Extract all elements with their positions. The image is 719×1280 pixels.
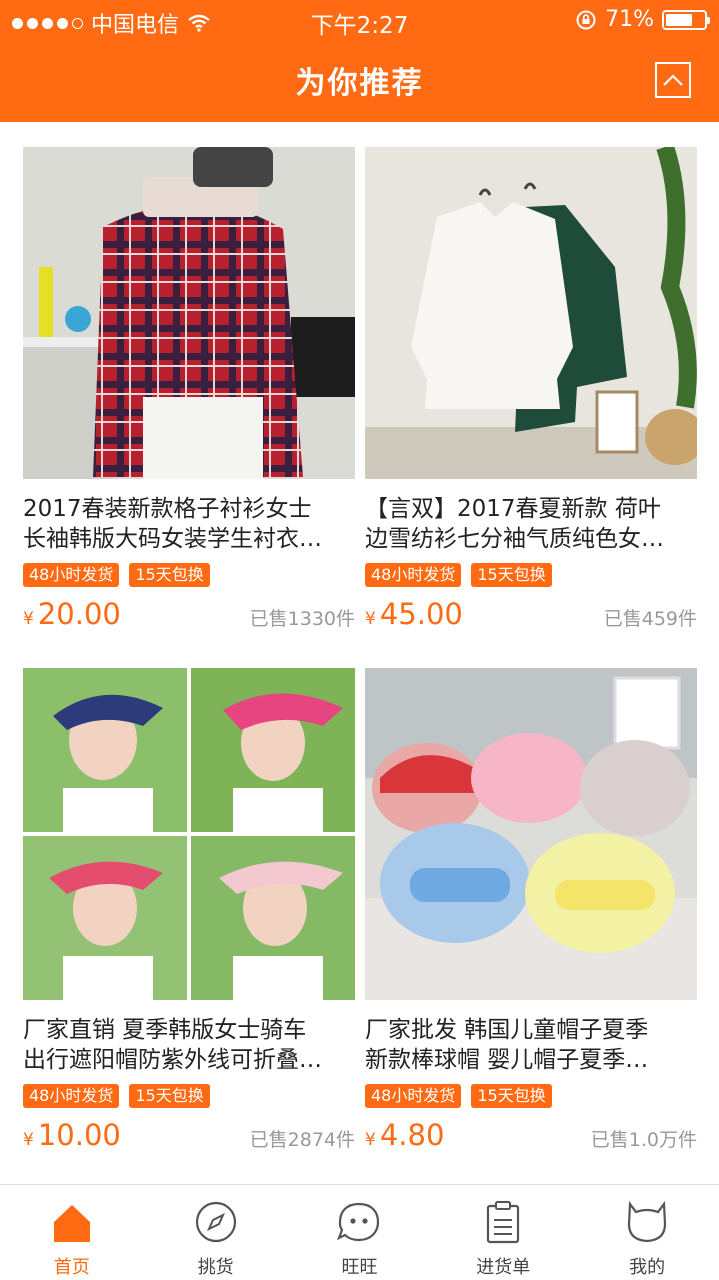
home-icon: [53, 1205, 90, 1242]
profile-icon: [627, 1200, 667, 1243]
sold-count: 已售1330件: [249, 608, 355, 630]
product-price: ¥10.00: [23, 1118, 121, 1152]
product-card[interactable]: 2017春装新款格子衬衫女士 长袖韩版大码女装学生衬衣… 48小时发货 15天包…: [23, 147, 355, 633]
product-card[interactable]: 厂家直销 夏季韩版女士骑车 出行遮阳帽防紫外线可折叠… 48小时发货 15天包换…: [23, 668, 355, 1154]
product-title[interactable]: 2017春装新款格子衬衫女士 长袖韩版大码女装学生衬衣…: [23, 494, 355, 554]
bottom-tab-bar: 首页 挑货 旺旺 进货单 我的: [0, 1184, 719, 1280]
product-image-sun-visor[interactable]: [23, 668, 355, 1000]
return-badge: 15天包换: [129, 1084, 210, 1108]
product-title[interactable]: 厂家批发 韩国儿童帽子夏季 新款棒球帽 婴儿帽子夏季…: [365, 1015, 697, 1075]
product-grid: 2017春装新款格子衬衫女士 长袖韩版大码女装学生衬衣… 48小时发货 15天包…: [0, 122, 719, 1184]
shipping-badge: 48小时发货: [365, 563, 462, 587]
product-price: ¥20.00: [23, 597, 121, 631]
tab-purchase-list[interactable]: 进货单: [431, 1185, 575, 1280]
product-price: ¥4.80: [365, 1118, 445, 1152]
product-title[interactable]: 【言双】2017春夏新款 荷叶 边雪纺衫七分袖气质纯色女…: [365, 494, 697, 554]
product-image-chiffon-blouse[interactable]: [365, 147, 697, 479]
app-header: 中国电信 下午2:27 71% 为你推荐: [0, 0, 719, 122]
battery-percent: 71%: [605, 7, 654, 32]
return-badge: 15天包换: [471, 1084, 552, 1108]
shipping-badge: 48小时发货: [365, 1084, 462, 1108]
product-title[interactable]: 厂家直销 夏季韩版女士骑车 出行遮阳帽防紫外线可折叠…: [23, 1015, 355, 1075]
sold-count: 已售459件: [603, 608, 697, 630]
tab-wangwang[interactable]: 旺旺: [288, 1185, 432, 1280]
battery-icon: [662, 9, 710, 30]
shipping-badge: 48小时发货: [23, 1084, 120, 1108]
tab-home[interactable]: 首页: [0, 1185, 144, 1280]
sold-count: 已售1.0万件: [590, 1129, 697, 1151]
product-price: ¥45.00: [365, 597, 463, 631]
status-bar: 中国电信 下午2:27 71%: [0, 0, 719, 40]
product-image-baby-caps[interactable]: [365, 668, 697, 1000]
shipping-badge: 48小时发货: [23, 563, 120, 587]
clipboard-icon: [487, 1201, 520, 1244]
page-title: 为你推荐: [295, 66, 424, 101]
compass-icon: [195, 1201, 236, 1243]
tab-browse[interactable]: 挑货: [144, 1185, 288, 1280]
return-badge: 15天包换: [471, 563, 552, 587]
chat-face-icon: [337, 1202, 380, 1242]
product-card[interactable]: 【言双】2017春夏新款 荷叶 边雪纺衫七分袖气质纯色女… 48小时发货 15天…: [365, 147, 697, 633]
return-badge: 15天包换: [129, 563, 210, 587]
rotation-lock-icon: [576, 10, 596, 29]
sold-count: 已售2874件: [249, 1129, 355, 1151]
product-image-plaid-shirt[interactable]: [23, 147, 355, 479]
tab-profile[interactable]: 我的: [575, 1185, 719, 1280]
chevron-up-icon: [663, 74, 683, 86]
scroll-top-button[interactable]: [655, 62, 691, 98]
product-card[interactable]: 厂家批发 韩国儿童帽子夏季 新款棒球帽 婴儿帽子夏季… 48小时发货 15天包换…: [365, 668, 697, 1154]
